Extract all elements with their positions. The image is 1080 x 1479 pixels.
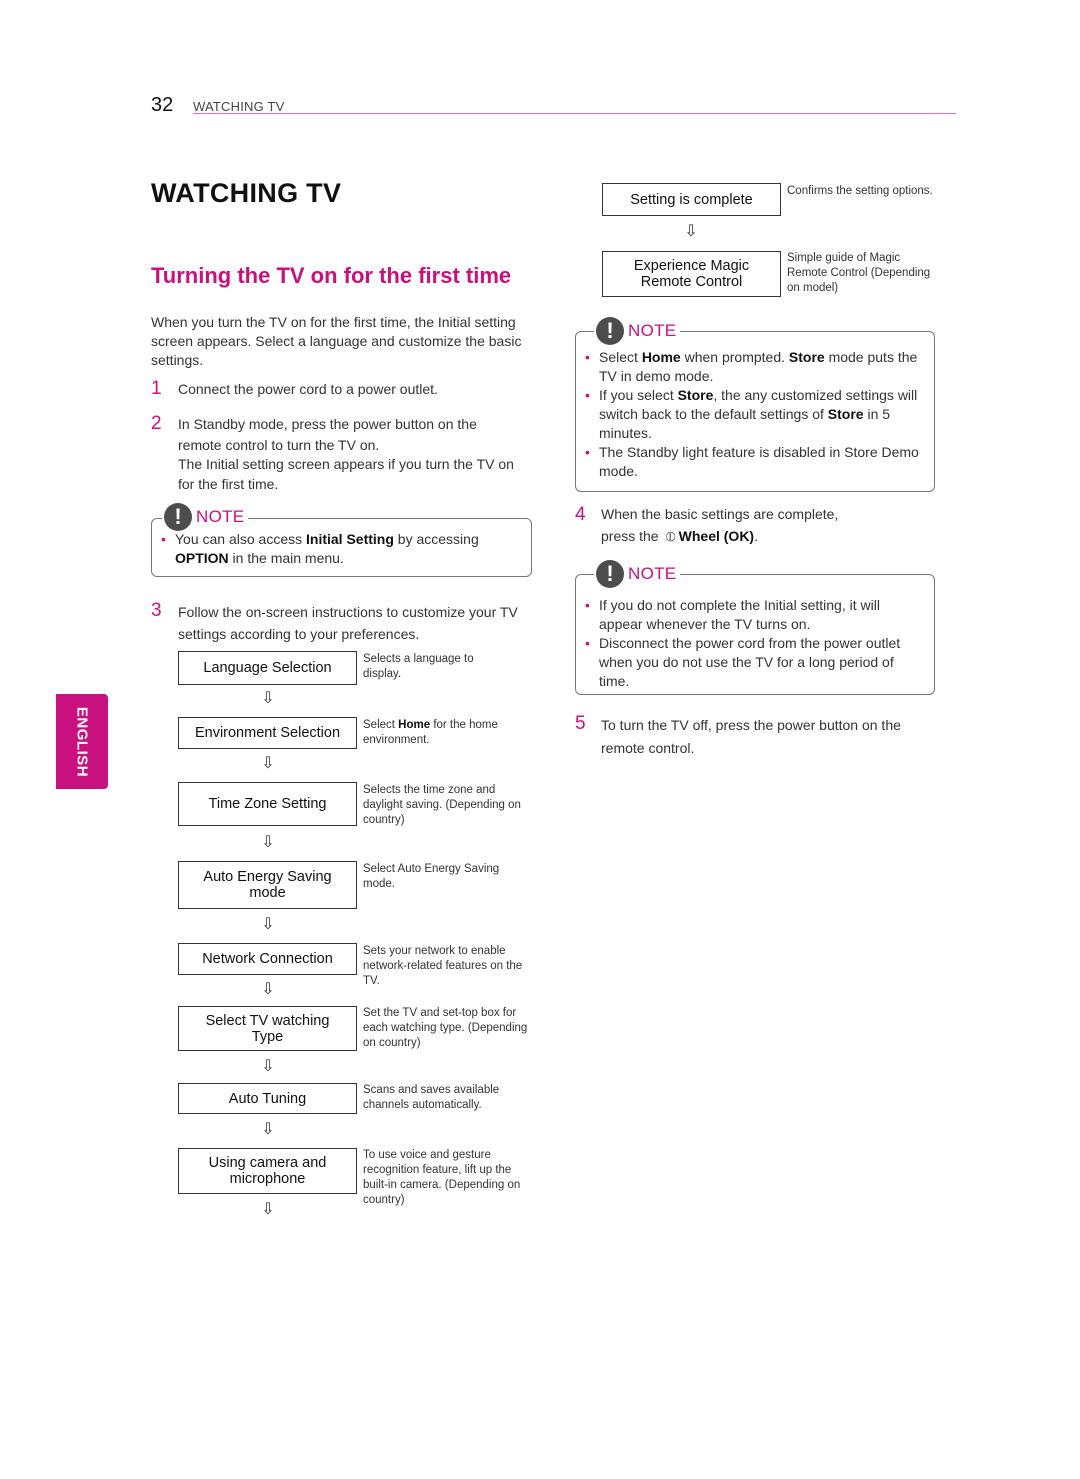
flow-step-setting-is-complete: Setting is complete: [602, 183, 781, 216]
step-2-text: In Standby mode, press the power button …: [178, 416, 477, 453]
flow-desc: Simple guide of Magic Remote Control (De…: [787, 252, 931, 294]
note-label: NOTE: [196, 507, 245, 526]
flow-desc: Select Auto Energy Saving mode.: [363, 863, 500, 890]
step-4-number: 4: [575, 504, 586, 525]
down-arrow-icon: ⇩: [261, 755, 275, 772]
flow-step-network-connection: Network Connection: [178, 943, 357, 975]
step-4-text: When the basic settings are complete,: [601, 506, 839, 522]
note-item: If you select Store, the any customized …: [585, 386, 925, 443]
flow-step-auto-tuning: Auto Tuning: [178, 1083, 357, 1114]
step-2-number: 2: [151, 413, 162, 434]
flow-desc: Set the TV and set-top box for each watc…: [363, 1007, 528, 1049]
flow-step-language-selection: Language Selection: [178, 651, 357, 685]
step-5-number: 5: [575, 713, 586, 734]
note-item: Disconnect the power cord from the power…: [585, 634, 920, 691]
down-arrow-icon: ⇩: [261, 690, 275, 707]
exclamation-icon: !: [596, 560, 624, 588]
flow-desc: Sets your network to enable network-rela…: [363, 945, 523, 987]
note-label: NOTE: [628, 564, 677, 583]
language-tab-label: ENGLISH: [73, 706, 91, 777]
down-arrow-icon: ⇩: [261, 916, 275, 933]
flow-desc: To use voice and gesture recognition fea…: [363, 1149, 521, 1206]
note-item: The Standby light feature is disabled in…: [585, 443, 925, 481]
down-arrow-icon: ⇩: [261, 981, 275, 998]
flow-desc: Confirms the setting options.: [787, 185, 933, 197]
step-1-number: 1: [151, 378, 162, 399]
language-tab: ENGLISH: [56, 694, 108, 789]
header-section-title: WATCHING TV: [193, 99, 285, 114]
note-header-3: ! NOTE: [594, 560, 681, 588]
note-item: You can also access Initial Setting by a…: [161, 530, 521, 568]
flow-desc: Selects the time zone and daylight savin…: [363, 784, 521, 826]
exclamation-icon: !: [596, 317, 624, 345]
step-5-text: To turn the TV off, press the power butt…: [601, 717, 901, 756]
flow-step-auto-energy-saving: Auto Energy Saving mode: [178, 861, 357, 909]
down-arrow-icon: ⇩: [684, 223, 698, 240]
flow-desc: Select Home for the home environment.: [363, 719, 498, 746]
note-label: NOTE: [628, 321, 677, 340]
page-header: 32 WATCHING TV: [151, 94, 956, 116]
flow-desc: Scans and saves available channels autom…: [363, 1084, 500, 1111]
flow-step-experience-magic-remote: Experience Magic Remote Control: [602, 251, 781, 297]
header-rule: [193, 113, 956, 114]
intro-paragraph: When you turn the TV on for the first ti…: [151, 314, 522, 368]
main-title: WATCHING TV: [151, 178, 342, 208]
down-arrow-icon: ⇩: [261, 834, 275, 851]
wheel-icon: ⦶: [665, 528, 676, 544]
page-number: 32: [151, 94, 174, 116]
flow-step-select-tv-watching-type: Select TV watching Type: [178, 1006, 357, 1051]
step-3-number: 3: [151, 600, 162, 621]
step-3-text: Follow the on-screen instructions to cus…: [178, 604, 518, 642]
down-arrow-icon: ⇩: [261, 1201, 275, 1218]
flow-step-using-camera-and-microphone: Using camera and microphone: [178, 1148, 357, 1194]
exclamation-icon: !: [164, 503, 192, 531]
note-item: Select Home when prompted. Store mode pu…: [585, 348, 925, 386]
flow-step-time-zone-setting: Time Zone Setting: [178, 782, 357, 826]
down-arrow-icon: ⇩: [261, 1121, 275, 1138]
down-arrow-icon: ⇩: [261, 1058, 275, 1075]
step-1-text: Connect the power cord to a power outlet…: [178, 381, 438, 397]
note-item: If you do not complete the Initial setti…: [585, 596, 920, 634]
section-title: Turning the TV on for the first time: [151, 263, 512, 288]
flow-desc: Selects a language to display.: [363, 653, 474, 680]
note-header-1: ! NOTE: [162, 503, 249, 531]
flow-step-environment-selection: Environment Selection: [178, 717, 357, 749]
note-3-list: If you do not complete the Initial setti…: [585, 596, 920, 691]
step-4-subtext: press the ⦶ Wheel (OK).: [601, 527, 941, 547]
note-header-2: ! NOTE: [594, 317, 681, 345]
step-2-subtext: The Initial setting screen appears if yo…: [178, 456, 514, 492]
note-2-list: Select Home when prompted. Store mode pu…: [585, 348, 925, 481]
note-1-list: You can also access Initial Setting by a…: [161, 530, 521, 568]
